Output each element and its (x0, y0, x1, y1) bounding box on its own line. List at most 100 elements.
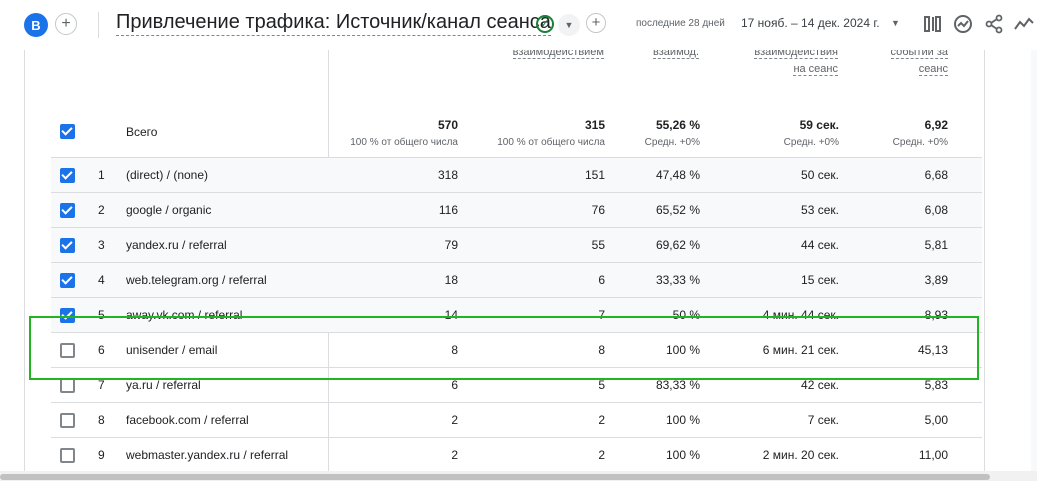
compare-icon[interactable] (1013, 13, 1035, 35)
report-table: взаимодействием взаимод. взаимодействия … (24, 50, 985, 471)
totals-checkbox[interactable] (60, 124, 75, 139)
header-divider (98, 12, 99, 38)
date-range-value[interactable]: 17 нояб. – 14 дек. 2024 г. (741, 16, 880, 30)
row-dimension-value[interactable]: facebook.com / referral (126, 413, 249, 427)
col-header-line: сеанс (918, 63, 948, 76)
customize-icon[interactable] (922, 13, 944, 35)
cell-events-per-session: 5,83 (924, 378, 948, 392)
date-range-label[interactable]: последние 28 дней (636, 18, 725, 29)
cell-engagement-time: 7 сек. (807, 413, 839, 427)
cell-sessions: 18 (444, 273, 458, 287)
plus-icon: + (61, 15, 71, 32)
table-row[interactable]: 4 web.telegram.org / referral 18 6 33,33 % 15… (51, 262, 982, 297)
col-header-line: взаимодействия (754, 50, 838, 59)
add-comparison-button[interactable]: + (55, 13, 77, 35)
cell-engagement-rate: 33,33 % (655, 273, 700, 287)
row-dimension-value[interactable]: webmaster.yandex.ru / referral (126, 448, 288, 462)
table-left-border (24, 50, 25, 471)
row-checkbox[interactable] (60, 168, 75, 183)
vertical-scrollbar[interactable] (1031, 50, 1037, 471)
add-report-button[interactable]: + (586, 13, 606, 33)
col-header-line: событий за (890, 50, 948, 59)
row-dimension-value[interactable]: google / organic (126, 203, 211, 217)
cell-engaged-sessions: 55 (591, 238, 605, 252)
date-chevron-down-icon[interactable]: ▼ (891, 18, 900, 28)
row-checkbox[interactable] (60, 203, 75, 218)
share-icon[interactable] (983, 13, 1005, 35)
chevron-down-icon[interactable]: ▼ (558, 14, 580, 36)
cell-engagement-time: 44 сек. (801, 238, 839, 252)
insights-icon[interactable] (952, 13, 974, 35)
cell-engaged-sessions: 6 (598, 273, 605, 287)
row-dimension-value[interactable]: yandex.ru / referral (126, 238, 227, 252)
row-index: 8 (98, 413, 105, 427)
table-row[interactable]: 2 google / organic 116 76 65,52 % 53 сек. 6,08 (51, 192, 982, 227)
cell-events-per-session: 5,81 (924, 238, 948, 252)
cell-engagement-time: 50 сек. (801, 168, 839, 182)
row-index: 9 (98, 448, 105, 462)
cell-sessions: 6 (451, 378, 458, 392)
total-engagement-rate: 55,26 % (655, 118, 700, 132)
total-engagement-rate-sub: Средн. +0% (644, 137, 700, 148)
cell-events-per-session: 6,68 (924, 168, 948, 182)
total-engaged-sessions-sub: 100 % от общего числа (497, 137, 605, 148)
row-dimension-value[interactable]: web.telegram.org / referral (126, 273, 267, 287)
table-row[interactable]: 1 (direct) / (none) 318 151 47,48 % 50 сек. 6,… (51, 157, 982, 192)
cell-engagement-rate: 47,48 % (655, 168, 700, 182)
report-header: B + Привлечение трафика: Источник/канал … (0, 0, 1037, 50)
check-circle-icon[interactable]: ✓ (536, 15, 554, 33)
row-checkbox[interactable] (60, 448, 75, 463)
cell-engagement-rate: 69,62 % (655, 238, 700, 252)
total-engagement-time-sub: Средн. +0% (783, 137, 839, 148)
col-header-events-per-session[interactable]: событий за сеанс (854, 50, 948, 78)
col-header-engaged-sessions[interactable]: взаимодействием (464, 50, 604, 61)
cell-events-per-session: 11,00 (918, 448, 948, 462)
cell-engaged-sessions: 5 (598, 378, 605, 392)
plus-icon: + (591, 14, 601, 31)
cell-events-per-session: 5,00 (924, 413, 948, 427)
row-dimension-value[interactable]: (direct) / (none) (126, 168, 208, 182)
col-header-line: взаимод. (653, 50, 699, 59)
col-header-line: на сеанс (793, 63, 838, 76)
cell-events-per-session: 3,89 (924, 273, 948, 287)
cell-sessions: 2 (451, 413, 458, 427)
horizontal-scrollbar-thumb[interactable] (0, 474, 990, 480)
cell-engagement-rate: 83,33 % (655, 378, 700, 392)
table-row[interactable]: 9 webmaster.yandex.ru / referral 2 2 100 % 2 … (51, 437, 982, 471)
cell-engagement-rate: 100 % (665, 448, 700, 462)
cell-engaged-sessions: 2 (598, 413, 605, 427)
cell-engagement-time: 2 мин. 20 сек. (762, 448, 839, 462)
table-row[interactable]: 3 yandex.ru / referral 79 55 69,62 % 44 сек. 5… (51, 227, 982, 262)
cell-engaged-sessions: 76 (591, 203, 605, 217)
row-index: 1 (98, 168, 105, 182)
col-header-line: взаимодействием (512, 50, 604, 59)
total-events-per-session: 6,92 (924, 118, 948, 132)
total-engaged-sessions: 315 (584, 118, 605, 132)
row-checkbox[interactable] (60, 238, 75, 253)
cell-sessions: 79 (444, 238, 458, 252)
cell-engagement-rate: 65,52 % (655, 203, 700, 217)
cell-engaged-sessions: 2 (598, 448, 605, 462)
col-header-engagement-time[interactable]: взаимодействия на сеанс (714, 50, 838, 78)
table-right-border (984, 50, 985, 471)
totals-label: Всего (126, 125, 158, 139)
row-index: 7 (98, 378, 105, 392)
total-engagement-time: 59 сек. (799, 118, 839, 132)
row-checkbox[interactable] (60, 413, 75, 428)
row-checkbox[interactable] (60, 273, 75, 288)
row-index: 2 (98, 203, 105, 217)
row-checkbox[interactable] (60, 378, 75, 393)
cell-engagement-time: 53 сек. (801, 203, 839, 217)
avatar[interactable]: B (24, 13, 48, 37)
cell-sessions: 2 (451, 448, 458, 462)
row-dimension-value[interactable]: ya.ru / referral (126, 378, 201, 392)
cell-events-per-session: 6,08 (924, 203, 948, 217)
report-title[interactable]: Привлечение трафика: Источник/канал сеан… (116, 11, 551, 36)
table-row[interactable]: 8 facebook.com / referral 2 2 100 % 7 сек. 5,0… (51, 402, 982, 437)
col-header-engagement-rate[interactable]: взаимод. (614, 50, 699, 61)
highlight-box (29, 316, 979, 380)
cell-sessions: 116 (438, 203, 458, 217)
total-sessions-sub: 100 % от общего числа (350, 137, 458, 148)
totals-row: Всего 570 100 % от общего числа 315 100 … (51, 110, 982, 157)
cell-engagement-time: 42 сек. (801, 378, 839, 392)
